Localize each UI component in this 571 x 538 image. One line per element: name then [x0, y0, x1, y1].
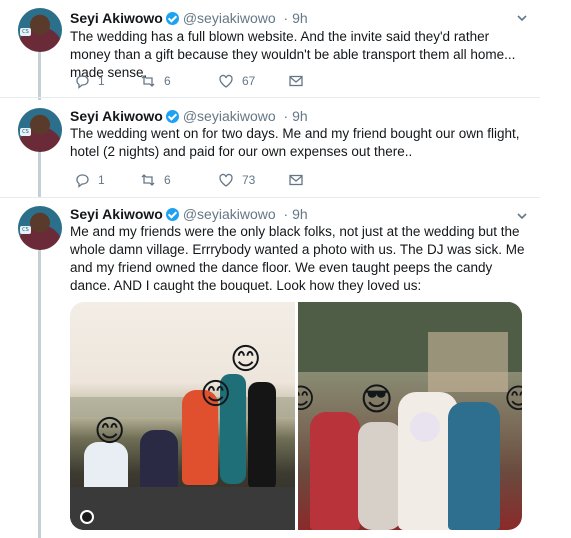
timestamp[interactable]: · 9h	[284, 206, 308, 222]
avatar[interactable]: CS	[18, 8, 62, 52]
reply-button[interactable]: 1	[74, 172, 105, 188]
envelope-icon	[289, 174, 303, 186]
reply-button[interactable]: 1	[74, 73, 105, 89]
heart-icon	[219, 74, 233, 88]
reply-icon	[76, 75, 89, 89]
avatar[interactable]: CS	[18, 206, 62, 250]
author-name[interactable]: Seyi Akiwowo	[70, 10, 163, 26]
retweet-icon	[141, 75, 155, 87]
timestamp[interactable]: · 9h	[284, 10, 308, 26]
tweet[interactable]: CS Seyi Akiwowo @seyiakiwowo · 9h The wed…	[0, 0, 540, 98]
envelope-icon	[289, 75, 303, 87]
author-name[interactable]: Seyi Akiwowo	[70, 206, 163, 222]
sunglasses-face-emoji: 😎	[360, 380, 394, 418]
smiling-face-emoji: 😊	[298, 382, 316, 415]
wedding-photo-right[interactable]: 😎 😊 😊	[298, 302, 522, 530]
author-handle[interactable]: @seyiakiwowo	[183, 10, 276, 26]
reply-count: 1	[98, 74, 105, 88]
author-name[interactable]: Seyi Akiwowo	[70, 108, 163, 124]
like-button[interactable]: 73	[218, 172, 255, 188]
smiling-face-emoji: 😊	[94, 414, 126, 449]
dm-button[interactable]	[288, 172, 312, 188]
retweet-count: 6	[164, 173, 171, 187]
like-count: 67	[242, 74, 256, 88]
reply-count: 1	[98, 173, 105, 187]
verified-badge-icon	[165, 12, 179, 25]
media-indicator-icon	[80, 510, 94, 524]
smiling-face-emoji: 😊	[200, 377, 232, 412]
author-handle[interactable]: @seyiakiwowo	[183, 108, 276, 124]
verified-badge-icon	[165, 110, 179, 123]
wedding-photo-left[interactable]: 😊 😊 😊	[70, 302, 295, 530]
retweet-button[interactable]: 6	[140, 172, 171, 188]
avatar[interactable]: CS	[18, 108, 62, 152]
smiling-face-emoji: 😊	[230, 342, 262, 377]
chevron-down-icon[interactable]	[516, 12, 528, 24]
retweet-button[interactable]: 6	[140, 73, 171, 89]
heart-icon	[219, 173, 233, 187]
reply-icon	[76, 174, 89, 188]
smiling-face-emoji: 😊	[504, 382, 522, 415]
timestamp[interactable]: · 9h	[284, 108, 308, 124]
retweet-icon	[141, 174, 155, 186]
dm-button[interactable]	[288, 73, 312, 89]
like-button[interactable]: 67	[218, 73, 255, 89]
tweet[interactable]: CS Seyi Akiwowo @seyiakiwowo · 9h The wed…	[0, 98, 540, 198]
verified-badge-icon	[165, 208, 179, 221]
tweet-media[interactable]: 😊 😊 😊 😎 😊 😊	[70, 302, 522, 530]
like-count: 73	[242, 173, 256, 187]
retweet-count: 6	[164, 74, 171, 88]
tweet-text: Me and my friends were the only black fo…	[70, 224, 525, 293]
chevron-down-icon[interactable]	[516, 210, 528, 222]
tweet-text: The wedding went on for two days. Me and…	[70, 126, 520, 159]
author-handle[interactable]: @seyiakiwowo	[183, 206, 276, 222]
